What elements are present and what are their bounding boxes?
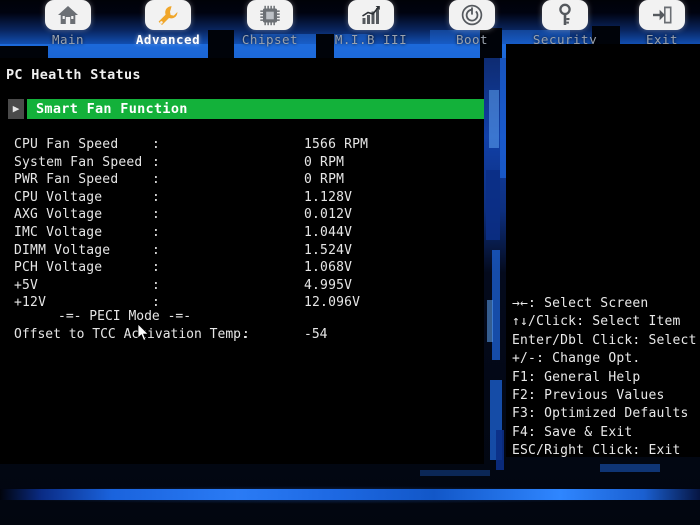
reading-colon: : [152,242,161,258]
reading-label: +12V [14,295,47,311]
help-line-optimized-defaults: F3: Optimized Defaults [512,406,689,422]
reading-colon: : [152,137,161,152]
menu-item-label: Smart Fan Function [36,101,188,117]
reading-colon: : [152,154,161,170]
help-panel: →←: Select Screen ↑↓/Click: Select Item … [506,44,700,458]
reading-value: 0 RPM [304,172,345,188]
reading-value: 1.068V [304,260,353,276]
bios-setup-screen: Main Advanced Chipset M.I.B III Boot Sec… [0,0,700,525]
reading-row: AXG Voltage : 0.012V [0,207,484,225]
reading-row: System Fan Speed : 0 RPM [0,155,484,173]
tab-label-chipset: Chipset [241,32,299,47]
settings-panel: PC Health Status ▶ Smart Fan Function CP… [0,58,484,464]
help-line-general-help: F1: General Help [512,369,641,385]
reading-value: 0.012V [304,207,353,223]
reading-label: PCH Voltage [14,260,103,276]
reading-row: CPU Fan Speed : 1566 RPM [0,137,484,155]
mouse-cursor [137,323,150,342]
reading-colon: : [152,260,161,276]
reading-label: +5V [14,277,39,293]
help-line-enter-select: Enter/Dbl Click: Select [512,332,697,348]
peci-offset-value: -54 [304,327,328,342]
chip-icon [247,0,293,30]
help-line-save-exit: F4: Save & Exit [512,424,633,440]
reading-label: DIMM Voltage [14,242,111,258]
wrench-icon [145,0,191,30]
submenu-arrow-icon: ▶ [8,99,24,119]
menu-item-smart-fan-function[interactable]: ▶ Smart Fan Function [8,99,484,119]
reading-colon: : [152,189,161,205]
reading-row: DIMM Voltage : 1.524V [0,243,484,261]
reading-colon: : [152,207,161,223]
reading-label: PWR Fan Speed [14,172,119,188]
reading-label: System Fan Speed [14,154,143,170]
tab-advanced[interactable]: Advanced [122,0,214,47]
reading-value: 1.044V [304,224,353,240]
reading-label: IMC Voltage [14,224,103,240]
tab-label-advanced: Advanced [135,32,201,47]
reading-value: 1.128V [304,189,353,205]
panel-divider-strip [484,58,506,464]
reading-label: CPU Voltage [14,189,103,205]
health-readings-list: CPU Fan Speed : 1566 RPM System Fan Spee… [0,137,484,313]
tab-chipset[interactable]: Chipset [224,0,316,47]
tab-main[interactable]: Main [22,0,114,47]
reading-colon: : [152,224,161,240]
key-icon [542,0,588,30]
reading-label: CPU Fan Speed [14,137,119,152]
power-icon [449,0,495,30]
peci-offset-colon: : [242,327,250,342]
peci-offset-label: Offset to TCC Activation Temp. [14,327,249,342]
reading-colon: : [152,172,161,188]
reading-row: +5V : 4.995V [0,278,484,296]
reading-value: 4.995V [304,277,353,293]
tab-boot[interactable]: Boot [426,0,518,47]
reading-row: PCH Voltage : 1.068V [0,260,484,278]
help-line-esc-exit: ESC/Right Click: Exit [512,443,681,459]
reading-row: PWR Fan Speed : 0 RPM [0,172,484,190]
reading-row: CPU Voltage : 1.128V [0,190,484,208]
reading-value: 0 RPM [304,154,345,170]
home-icon [45,0,91,30]
page-title: PC Health Status [6,67,141,83]
bottom-accent-bar [0,489,700,500]
help-line-select-screen: →←: Select Screen [512,296,649,311]
help-line-select-item: ↑↓/Click: Select Item [512,314,681,330]
help-line-previous-values: F2: Previous Values [512,387,665,403]
chart-icon [348,0,394,30]
exit-icon [639,0,685,30]
tab-label-main: Main [51,32,85,47]
peci-offset-row: Offset to TCC Activation Temp. : -54 [0,327,484,345]
tab-label-mib-iii: M.I.B III [334,32,408,47]
reading-value: 1566 RPM [304,137,369,152]
reading-colon: : [152,277,161,293]
reading-label: AXG Voltage [14,207,103,223]
tab-security[interactable]: Security [519,0,611,47]
reading-row: IMC Voltage : 1.044V [0,225,484,243]
tab-mib-iii[interactable]: M.I.B III [325,0,417,47]
help-key-legend: →←: Select Screen ↑↓/Click: Select Item … [512,296,700,462]
reading-value: 12.096V [304,295,361,311]
tab-label-boot: Boot [455,32,489,47]
tab-exit[interactable]: Exit [616,0,700,47]
peci-mode-heading-text: -=- PECI Mode -=- [58,309,192,324]
reading-value: 1.524V [304,242,353,258]
help-line-change-opt: +/-: Change Opt. [512,351,641,367]
